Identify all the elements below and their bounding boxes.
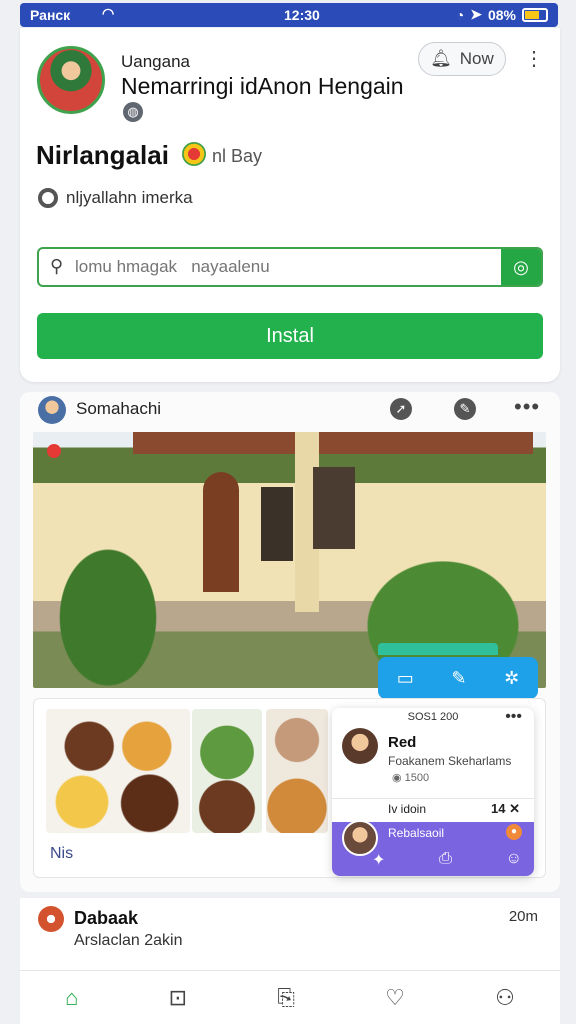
comment-author[interactable]: Dabaak (74, 908, 138, 929)
bottom-nav: ⌂ ⊡ ⎘ ♡ ⚇ (20, 970, 560, 1024)
popup-row: Iv idoin 14 ✕ (332, 798, 534, 822)
now-button[interactable]: 🔔︎ Now (418, 42, 506, 76)
popup-row-value: 14 ✕ (491, 801, 520, 817)
globe-icon: ◍ (123, 102, 143, 122)
popup-avatar[interactable] (342, 728, 378, 764)
location-text: nljyallahn imerka (66, 188, 193, 207)
search-submit-icon[interactable]: ◎ (501, 249, 541, 285)
install-button[interactable]: Instal (37, 313, 543, 359)
home-icon[interactable]: ⌂ (65, 985, 78, 1011)
popup-row-label: Iv idoin (388, 802, 427, 816)
clock: 12:30 (284, 7, 320, 23)
popup-bar-icons: ✦ ⎙ ☺ (372, 850, 522, 870)
location-arrow-icon: ➤ (470, 6, 482, 22)
sparkle-icon[interactable]: ✲ (504, 668, 519, 689)
gallery-image-vegetables[interactable] (192, 709, 262, 833)
wifi-icon: ◠ (102, 5, 115, 21)
notification-dot (47, 444, 61, 458)
popup-bar-badge-icon: ● (506, 824, 522, 840)
badge-icon (182, 142, 206, 166)
smile-icon[interactable]: ☺ (506, 850, 522, 870)
popup-subtitle: Foakanem Skeharlams (388, 754, 512, 768)
page-title: Nirlangalai (36, 140, 169, 170)
battery-percent: 08% (487, 6, 516, 23)
popup-meta: ◉ 1500 (392, 771, 429, 784)
profile-icon[interactable]: ⚇ (495, 985, 515, 1011)
more-vertical-icon[interactable]: ⋮ (524, 46, 544, 71)
popup-row-count: 14 (491, 801, 506, 816)
profile-display-name: Nemarringi idAnon Hengain (121, 73, 404, 99)
notifications-icon[interactable]: ⎘ (277, 985, 295, 1011)
search-input[interactable] (75, 255, 495, 279)
popup-meta-value: 1500 (404, 772, 430, 784)
profile-avatar[interactable] (37, 46, 105, 114)
profile-card: Uangana Nemarringi idAnon Hengain ◍ 🔔︎ N… (20, 28, 560, 382)
folder-icon[interactable]: ▭ (397, 668, 414, 689)
gallery-image-person[interactable] (266, 709, 328, 833)
profile-popup-card: SOS1 200 ••• Red Foakanem Skeharlams ◉ 1… (332, 708, 534, 876)
house-roof (133, 432, 533, 454)
house-door (203, 472, 239, 592)
search-icon: ⚲ (50, 256, 64, 276)
status-bar: Ранск ◠ 12:30 ◔ ➤ 08% (20, 3, 558, 27)
profile-subtitle-name: Uangana (121, 52, 191, 71)
bell-icon: 🔔︎ (430, 49, 452, 68)
pencil-icon[interactable]: ✎ (451, 668, 466, 689)
heart-icon[interactable]: ♡ (385, 985, 405, 1011)
popup-bar-label: Rebalsaoil (388, 826, 445, 840)
edit-toolbar: ▭ ✎ ✲ (378, 643, 538, 699)
compass-icon[interactable]: ✎ (454, 398, 476, 420)
explore-icon[interactable]: ⊡ (169, 985, 187, 1011)
close-icon[interactable]: ✕ (505, 801, 520, 816)
comment-item[interactable]: Dabaak Arslaclan 2akin 20m (20, 898, 560, 970)
popup-more-icon[interactable]: ••• (505, 708, 522, 726)
comment-text: Arslaclan 2akin (74, 932, 183, 949)
popup-name: Red (388, 734, 417, 751)
popup-header: SOS1 200 (407, 711, 459, 723)
alarm-icon: ◔ (455, 6, 465, 23)
comment-avatar[interactable] (38, 906, 64, 932)
garden-left (33, 512, 183, 688)
carrier-label: Ранск (30, 7, 71, 23)
post-author-name[interactable]: Somahachi (76, 399, 161, 419)
pin-icon[interactable]: ✦ (372, 850, 385, 870)
search-bar: ⚲ ◎ (37, 247, 543, 287)
gallery-image-food[interactable] (46, 709, 190, 833)
gallery-caption[interactable]: Nis (50, 845, 73, 863)
now-button-label: Now (459, 49, 494, 68)
location-icon (38, 188, 58, 208)
popup-action-bar: Rebalsaoil ● ✦ ⎙ ☺ (332, 820, 534, 876)
house-window (261, 487, 293, 561)
book-icon[interactable]: ⎙ (439, 850, 452, 870)
battery-icon (522, 7, 548, 22)
more-horizontal-icon[interactable]: ••• (514, 394, 540, 420)
status-right: ◔ ➤ 08% (456, 6, 548, 23)
eye-icon: ◉ (392, 772, 405, 784)
badge-text: nl Bay (212, 146, 263, 166)
comment-time: 20m (508, 908, 538, 925)
post-author-avatar[interactable] (38, 396, 66, 424)
share-icon[interactable]: ➚ (390, 398, 412, 420)
